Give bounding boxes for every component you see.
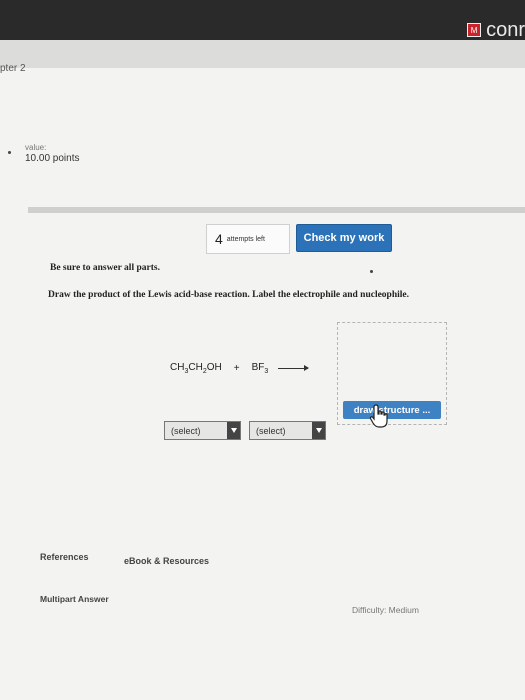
dropdown-arrow-icon[interactable] xyxy=(312,422,325,439)
reaction-equation: CH3CH2OH + BF3 xyxy=(170,362,310,375)
reactant-bf3: BF3 xyxy=(251,362,269,375)
instruction-line-1: Be sure to answer all parts. xyxy=(50,263,160,273)
references-link[interactable]: References xyxy=(40,552,89,562)
draw-structure-button[interactable]: draw structure ... xyxy=(343,401,441,419)
reaction-arrow-icon xyxy=(278,365,310,371)
question-divider xyxy=(28,207,525,213)
hand-cursor-icon xyxy=(369,404,388,428)
dropdown-arrow-icon[interactable] xyxy=(227,422,240,439)
brand-icon: M xyxy=(467,23,482,37)
attempts-counter: 4 attempts left xyxy=(206,224,290,254)
brand-text: conr xyxy=(486,18,525,41)
difficulty-label: Difficulty: Medium xyxy=(352,605,419,615)
reactant-ethanol: CH3CH2OH xyxy=(170,362,222,375)
nucleophile-select[interactable]: (select) xyxy=(249,421,326,440)
electrophile-select[interactable]: (select) xyxy=(164,421,241,440)
plus-sign: + xyxy=(233,363,240,374)
value-label: value: xyxy=(25,143,47,152)
instruction-line-2: Draw the product of the Lewis acid-base … xyxy=(48,290,409,300)
top-bar: M conr xyxy=(0,0,525,41)
chapter-bar xyxy=(0,40,525,68)
select-value: (select) xyxy=(256,425,286,436)
chapter-label: pter 2 xyxy=(0,63,26,74)
value-points: 10.00 points xyxy=(25,153,80,164)
ebook-resources-link[interactable]: eBook & Resources xyxy=(124,556,209,566)
check-my-work-button[interactable]: Check my work xyxy=(296,224,392,252)
brand-logo: M conr xyxy=(467,19,525,41)
bullet-dot xyxy=(8,151,11,154)
attempts-count: 4 xyxy=(215,231,223,247)
bullet-dot xyxy=(370,270,373,273)
select-value: (select) xyxy=(171,425,201,436)
multipart-answer-label: Multipart Answer xyxy=(40,594,109,604)
attempts-label: attempts left xyxy=(226,235,265,243)
